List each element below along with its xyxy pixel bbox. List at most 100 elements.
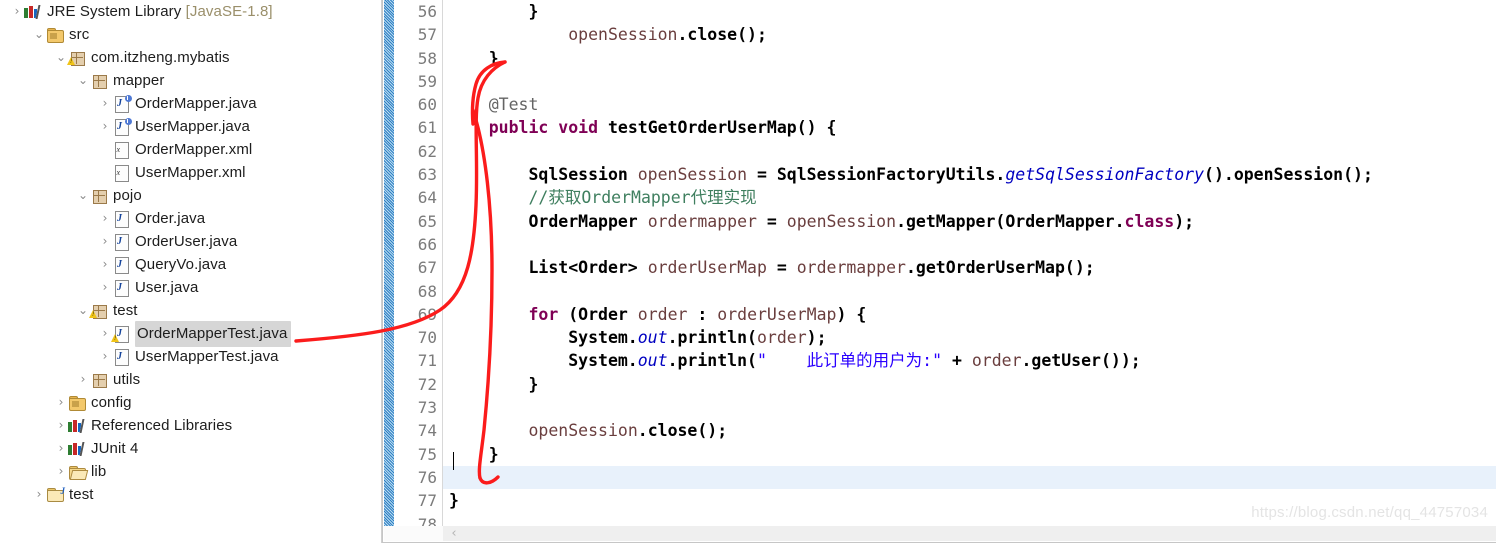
line-number-59[interactable]: 59 xyxy=(394,70,442,93)
tree-item-mapper[interactable]: ⌄ mapper xyxy=(0,69,381,92)
code-line-68[interactable] xyxy=(443,280,1496,303)
line-number-64[interactable]: 64 xyxy=(394,186,442,209)
code-line-64[interactable]: //获取OrderMapper代理实现 xyxy=(443,186,1496,209)
line-number-71[interactable]: 71 xyxy=(394,349,442,372)
chevron-right-icon[interactable]: › xyxy=(98,92,112,115)
chevron-right-icon[interactable]: › xyxy=(54,460,68,483)
chevron-right-icon[interactable]: › xyxy=(98,230,112,253)
tree-item-label-wrap: JRE System Library [JavaSE-1.8] xyxy=(47,0,273,23)
line-number-69[interactable]: 69 xyxy=(394,303,442,326)
chevron-down-icon[interactable]: ⌄ xyxy=(54,46,68,69)
code-token: } xyxy=(449,48,499,68)
chevron-right-icon[interactable]: › xyxy=(54,437,68,460)
tree-item-usermapper-xml[interactable]: x UserMapper.xml xyxy=(0,161,381,184)
tree-item-referenced-libraries[interactable]: › Referenced Libraries xyxy=(0,414,381,437)
tree-item-label-wrap: JUnit 4 xyxy=(91,437,138,460)
chevron-right-icon[interactable]: › xyxy=(54,414,68,437)
line-number-77[interactable]: 77 xyxy=(394,489,442,512)
tree-item-pojo[interactable]: ⌄ pojo xyxy=(0,184,381,207)
code-line-71[interactable]: System.out.println(" 此订单的用户为:" + order.g… xyxy=(443,349,1496,372)
line-number-63[interactable]: 63 xyxy=(394,163,442,186)
code-line-63[interactable]: SqlSession openSession = SqlSessionFacto… xyxy=(443,163,1496,186)
line-number-58[interactable]: 58 xyxy=(394,47,442,70)
line-number-67[interactable]: 67 xyxy=(394,256,442,279)
chevron-right-icon[interactable]: › xyxy=(10,0,24,23)
chevron-right-icon[interactable]: › xyxy=(98,322,112,345)
code-line-61[interactable]: public void testGetOrderUserMap() { xyxy=(443,116,1496,139)
line-number-62[interactable]: 62 xyxy=(394,140,442,163)
tree-item-ordermappertest-java[interactable]: ›J OrderMapperTest.java xyxy=(0,320,381,347)
code-line-73[interactable] xyxy=(443,396,1496,419)
chevron-down-icon[interactable]: ⌄ xyxy=(32,23,46,46)
chevron-right-icon[interactable]: › xyxy=(98,115,112,138)
chevron-right-icon[interactable]: › xyxy=(98,253,112,276)
line-number-60[interactable]: 60 xyxy=(394,93,442,116)
project-tree[interactable]: › JRE System Library [JavaSE-1.8]⌄src⌄com… xyxy=(0,0,381,506)
tree-item-jre-system-library[interactable]: › JRE System Library [JavaSE-1.8] xyxy=(0,0,381,23)
tree-item-order-java[interactable]: › J Order.java xyxy=(0,207,381,230)
tree-item-usermappertest-java[interactable]: › J UserMapperTest.java xyxy=(0,345,381,368)
line-number-68[interactable]: 68 xyxy=(394,280,442,303)
code-line-65[interactable]: OrderMapper ordermapper = openSession.ge… xyxy=(443,210,1496,233)
code-line-70[interactable]: System.out.println(order); xyxy=(443,326,1496,349)
line-number-73[interactable]: 73 xyxy=(394,396,442,419)
chevron-right-icon[interactable]: › xyxy=(54,391,68,414)
tree-item-ordermapper-java[interactable]: › J OrderMapper.java xyxy=(0,92,381,115)
chevron-right-icon[interactable]: › xyxy=(98,345,112,368)
code-line-60[interactable]: @Test xyxy=(443,93,1496,116)
line-number-56[interactable]: 56 xyxy=(394,0,442,23)
tree-item-user-java[interactable]: › J User.java xyxy=(0,276,381,299)
tree-item-label: config xyxy=(91,394,132,411)
code-line-56[interactable]: } xyxy=(443,0,1496,23)
source-code-text[interactable]: } openSession.close(); } @Test public vo… xyxy=(443,0,1496,526)
code-token: .println( xyxy=(667,328,757,348)
code-line-75[interactable]: } xyxy=(443,443,1496,466)
code-line-58[interactable]: } xyxy=(443,47,1496,70)
tree-item-label-wrap: User.java xyxy=(135,276,198,299)
scroll-left-arrow[interactable]: ‹ xyxy=(447,526,461,541)
tree-item-usermapper-java[interactable]: › J UserMapper.java xyxy=(0,115,381,138)
chevron-right-icon[interactable]: › xyxy=(32,483,46,506)
line-number-65[interactable]: 65 xyxy=(394,210,442,233)
tree-item-com-itzheng-mybatis[interactable]: ⌄ com.itzheng.mybatis xyxy=(0,46,381,69)
code-line-74[interactable]: openSession.close(); xyxy=(443,419,1496,442)
line-number-76[interactable]: 76 xyxy=(394,466,442,489)
line-number-70[interactable]: 70 xyxy=(394,326,442,349)
horizontal-scrollbar[interactable]: ‹ xyxy=(443,526,1496,541)
tree-item-ordermapper-xml[interactable]: x OrderMapper.xml xyxy=(0,138,381,161)
code-token: } xyxy=(449,444,499,464)
tree-item-utils[interactable]: › utils xyxy=(0,368,381,391)
code-line-57[interactable]: openSession.close(); xyxy=(443,23,1496,46)
code-line-67[interactable]: List<Order> orderUserMap = ordermapper.g… xyxy=(443,256,1496,279)
code-line-59[interactable] xyxy=(443,70,1496,93)
chevron-right-icon[interactable]: › xyxy=(98,276,112,299)
code-token: class xyxy=(1124,211,1175,231)
code-line-69[interactable]: for (Order order : orderUserMap) { xyxy=(443,303,1496,326)
chevron-down-icon[interactable]: ⌄ xyxy=(76,184,90,207)
chevron-down-icon[interactable]: ⌄ xyxy=(76,69,90,92)
tree-item-test[interactable]: › Jtest xyxy=(0,483,381,506)
tree-item-config[interactable]: › config xyxy=(0,391,381,414)
line-number-61[interactable]: 61 xyxy=(394,116,442,139)
line-number-66[interactable]: 66 xyxy=(394,233,442,256)
chevron-right-icon[interactable]: › xyxy=(98,207,112,230)
tree-item-orderuser-java[interactable]: › J OrderUser.java xyxy=(0,230,381,253)
tree-item-lib[interactable]: › lib xyxy=(0,460,381,483)
line-number-57[interactable]: 57 xyxy=(394,23,442,46)
tree-item-src[interactable]: ⌄ src xyxy=(0,23,381,46)
code-line-72[interactable]: } xyxy=(443,373,1496,396)
tree-item-junit-4[interactable]: › JUnit 4 xyxy=(0,437,381,460)
code-line-76[interactable] xyxy=(443,465,1496,490)
line-number-74[interactable]: 74 xyxy=(394,419,442,442)
line-number-75[interactable]: 75 xyxy=(394,443,442,466)
code-line-66[interactable] xyxy=(443,233,1496,256)
code-line-62[interactable] xyxy=(443,140,1496,163)
chevron-down-icon[interactable]: ⌄ xyxy=(76,299,90,322)
line-number-gutter[interactable]: 56 57 58 59 60 61 62 63 64 65 66 67 68 69 70 71 72 73 74 75… xyxy=(394,0,443,534)
line-number-72[interactable]: 72 xyxy=(394,373,442,396)
chevron-right-icon[interactable]: › xyxy=(76,368,90,391)
tree-item-queryvo-java[interactable]: › J QueryVo.java xyxy=(0,253,381,276)
tree-item-label-wrap: pojo xyxy=(113,184,142,207)
tree-item-test[interactable]: ⌄ test xyxy=(0,299,381,322)
tree-item-label-wrap: UserMapper.xml xyxy=(135,161,246,184)
